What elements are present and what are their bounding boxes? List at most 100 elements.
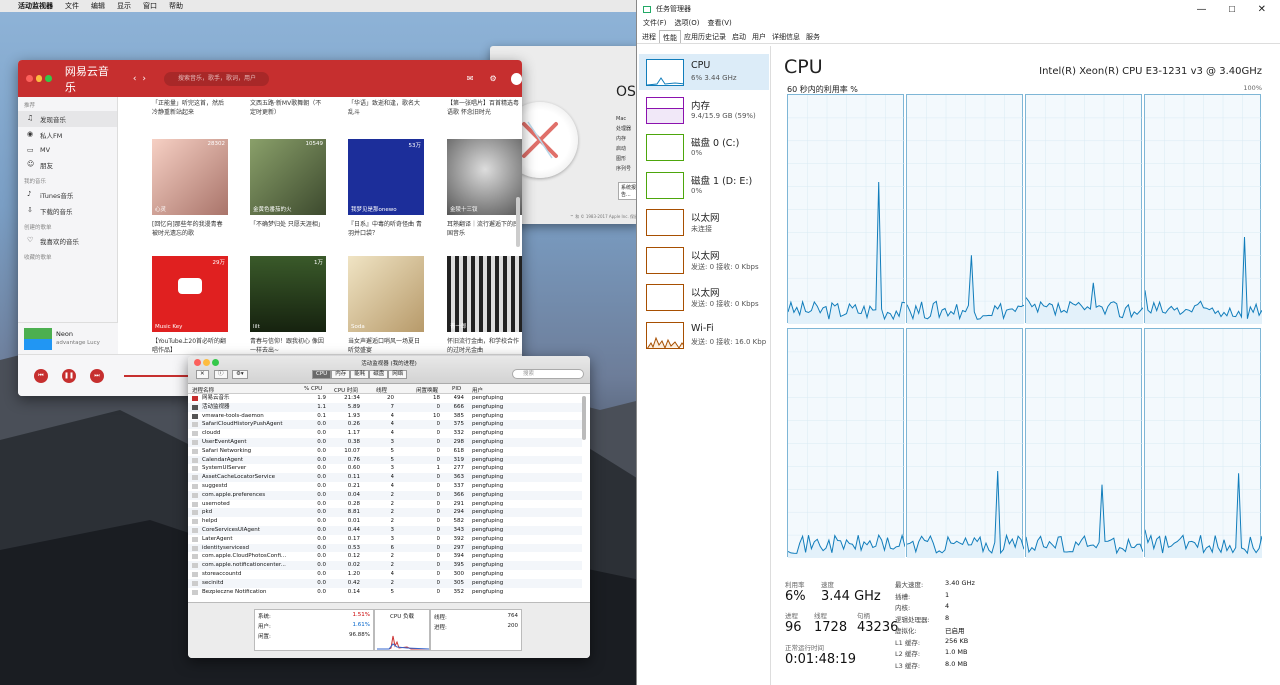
playlist-card[interactable]: 28302 心灵 [回忆向]那些年的我漫青春 被时光遗忘的歌 [152, 139, 228, 240]
table-row[interactable]: identityservicesd 0.0 0.53 6 0 297 pengfuping [188, 543, 582, 553]
menu-window[interactable]: 窗口 [137, 1, 163, 11]
playlist-card[interactable]: 29万 Music Key 【YouTube上20首必听的翻唱作品】 [152, 256, 228, 354]
resource-item[interactable]: Wi-Fi 发送: 0 接收: 16.0 Kbp [639, 317, 769, 353]
sidebar-item-friends[interactable]: ☺ 朋友 [18, 157, 117, 173]
playlist-card[interactable]: Soda 当女声邂逅口哨风一场夏日听觉盛宴 [348, 256, 424, 354]
resource-item[interactable]: 以太网 未连接 [639, 204, 769, 240]
playlist-caption[interactable]: 怀旧流行金曲，和学校合作的过时光金曲 [447, 337, 522, 354]
tab-disk[interactable]: 磁盘 [369, 370, 389, 379]
table-row[interactable]: pkd 0.0 8.81 2 0 294 pengfuping [188, 508, 582, 518]
resource-item[interactable]: 以太网 发送: 0 接收: 0 Kbps [639, 242, 769, 278]
resource-item[interactable]: 以太网 发送: 0 接收: 0 Kbps [639, 279, 769, 315]
forward-arrow-icon[interactable]: › [142, 74, 146, 84]
table-row[interactable]: vmware-tools-daemon 0.1 1.93 4 10 385 pengfupi… [188, 412, 582, 421]
playlist-card[interactable]: 金陵十三钗 耳熟翻译｜流行邂逅下的民国音乐 [447, 139, 522, 240]
playlist-cover[interactable]: 1万 lilt [250, 256, 326, 332]
table-row[interactable]: Safari Networking 0.0 10.07 5 0 618 pengfuping [188, 447, 582, 456]
tab-cpu[interactable]: CPU [312, 370, 332, 379]
playlist-cover[interactable]: Soda [348, 256, 424, 332]
maximize-icon[interactable]: ☐ [1228, 5, 1235, 14]
table-row[interactable]: 网易云音乐 1.9 21:34 20 18 494 pengfuping [188, 394, 582, 403]
sidebar-item-mv[interactable]: ▭ MV [18, 143, 117, 157]
table-row[interactable]: UserEventAgent 0.0 0.38 3 0 298 pengfuping [188, 438, 582, 447]
playlist-card[interactable]: 10549 金黄色番茄的火「不确梦归处 只愿天涯相」 [250, 139, 326, 240]
col-threads[interactable]: 线程 [376, 386, 387, 394]
tab-processes[interactable]: 进程 [639, 30, 659, 43]
tab-startup[interactable]: 启动 [729, 30, 749, 43]
next-button[interactable]: ⏭ [90, 369, 104, 383]
playlist-cover[interactable]: 青一郎 [447, 256, 522, 332]
table-row[interactable]: com.apple.CloudPhotosConfi... 0.0 0.12 2 0 39… [188, 552, 582, 561]
col-cpu[interactable]: % CPU [304, 386, 322, 392]
playlist-cover[interactable]: 29万 Music Key [152, 256, 228, 332]
playlist-card[interactable]: 青一郎怀旧流行金曲，和学校合作的过时光金曲 [447, 256, 522, 354]
close-icon[interactable]: ✕ [1258, 4, 1266, 15]
playlist-caption[interactable]: [回忆向]那些年的我漫青春 被时光遗忘的歌 [152, 220, 228, 240]
resource-item[interactable]: 内存 9.4/15.9 GB (59%) [639, 92, 769, 128]
scrollbar[interactable] [582, 396, 586, 440]
sidebar-item-liked[interactable]: ♡ 我喜欢的音乐 [18, 233, 117, 249]
playlist-caption[interactable]: 耳熟翻译｜流行邂逅下的民国音乐 [447, 220, 522, 240]
tab-network[interactable]: 网络 [388, 370, 408, 379]
pause-button[interactable]: ❚❚ [62, 369, 76, 383]
tab-details[interactable]: 详细信息 [769, 30, 803, 43]
mail-icon[interactable]: ✉ [467, 74, 474, 83]
col-idle-wake[interactable]: 闲置唤醒 [416, 386, 438, 394]
tab-performance[interactable]: 性能 [659, 30, 681, 43]
table-row[interactable]: suggestd 0.0 0.21 4 0 337 pengfuping [188, 482, 582, 491]
table-row[interactable]: SystemUIServer 0.0 0.60 3 1 277 pengfuping [188, 464, 582, 473]
stop-process-button[interactable]: ✕ [196, 370, 209, 379]
playlist-caption[interactable]: 当女声邂逅口哨风一场夏日听觉盛宴 [348, 337, 424, 354]
table-row[interactable]: storeaccountd 0.0 1.20 4 0 300 pengfuping [188, 570, 582, 579]
playlist-caption[interactable]: 「正能量」听完这首，然后冷静重新站起来 [152, 99, 228, 117]
avatar[interactable] [510, 72, 522, 85]
menu-app[interactable]: 活动监视器 [12, 1, 59, 11]
table-row[interactable]: cloudd 0.0 1.17 4 0 332 pengfuping [188, 429, 582, 438]
minimize-button[interactable] [35, 75, 43, 82]
minimize-icon[interactable]: — [1196, 4, 1206, 15]
table-row[interactable]: CoreServicesUIAgent 0.0 0.44 3 0 343 pengfupin… [188, 526, 582, 535]
playlist-caption[interactable]: 『日系』中毒的听奇怪曲 青羽并口袋？ [348, 220, 424, 240]
now-playing[interactable]: Neon advantage Lucy [18, 322, 118, 354]
table-row[interactable]: LaterAgent 0.0 0.17 3 0 392 pengfuping [188, 535, 582, 544]
playlist-caption[interactable]: 文西五路·新MV歌舞朝（不定时更新） [250, 99, 326, 117]
table-row[interactable]: AssetCacheLocatorService 0.0 0.11 4 0 363 peng… [188, 473, 582, 482]
table-row[interactable]: secinitd 0.0 0.42 2 0 305 pengfuping [188, 578, 582, 588]
activity-search-input[interactable]: 搜索 [512, 369, 584, 379]
zoom-button[interactable] [45, 75, 52, 82]
tab-energy[interactable]: 能耗 [350, 370, 370, 379]
playlist-cover[interactable]: 28302 心灵 [152, 139, 228, 215]
previous-button[interactable]: ⏮ [34, 369, 48, 383]
col-pid[interactable]: PID [452, 386, 461, 392]
menu-edit[interactable]: 编辑 [85, 1, 111, 11]
col-name[interactable]: 进程名称 [192, 386, 214, 394]
playlist-card[interactable]: 1万 lilt 青春与信仰！跟我初心 像因一样去出~ [250, 256, 326, 354]
menu-options[interactable]: 选项(O) [671, 18, 704, 30]
resource-item[interactable]: 磁盘 0 (C:) 0% [639, 129, 769, 165]
sidebar-item-discover[interactable]: ♫ 发现音乐 [18, 111, 117, 127]
sidebar-item-fm[interactable]: ◉ 私人FM [18, 127, 117, 143]
tab-users[interactable]: 用户 [749, 30, 769, 43]
playlist-caption[interactable]: 【YouTube上20首必听的翻唱作品】 [152, 337, 228, 354]
scrollbar[interactable] [516, 197, 520, 247]
table-row[interactable]: SafariCloudHistoryPushAgent 0.0 0.26 4 0 375 p… [188, 420, 582, 430]
album-cover[interactable] [24, 328, 52, 350]
table-row[interactable]: CalendarAgent 0.0 0.76 5 0 319 pengfuping [188, 455, 582, 465]
close-button[interactable] [26, 75, 33, 82]
menu-view[interactable]: 查看(V) [703, 18, 735, 30]
resource-item[interactable]: CPU 6% 3.44 GHz [639, 54, 769, 90]
table-row[interactable]: Bezpieczne Notification 0.0 0.14 5 0 352 pengf… [188, 588, 582, 597]
menu-view[interactable]: 显示 [111, 1, 137, 11]
tab-app-history[interactable]: 应用历史记录 [681, 30, 729, 43]
table-row[interactable]: com.apple.notificationcenter... 0.0 0.02 2 0… [188, 561, 582, 570]
sidebar-item-downloads[interactable]: ⇩ 下载的音乐 [18, 203, 117, 219]
col-user[interactable]: 用户 [472, 386, 483, 394]
playlist-caption[interactable]: 「不确梦归处 只愿天涯相」 [250, 220, 326, 240]
table-row[interactable]: com.apple.preferences 0.0 0.04 2 0 366 pengfup… [188, 490, 582, 500]
resource-item[interactable]: 磁盘 1 (D: E:) 0% [639, 167, 769, 203]
tab-services[interactable]: 服务 [803, 30, 823, 43]
gear-icon[interactable]: ⚙▾ [232, 370, 248, 379]
gear-icon[interactable]: ⚙ [489, 74, 496, 83]
playlist-cover[interactable]: 53万 我梦见是那onewo [348, 139, 424, 215]
playlist-cover[interactable]: 10549 金黄色番茄的火 [250, 139, 326, 215]
